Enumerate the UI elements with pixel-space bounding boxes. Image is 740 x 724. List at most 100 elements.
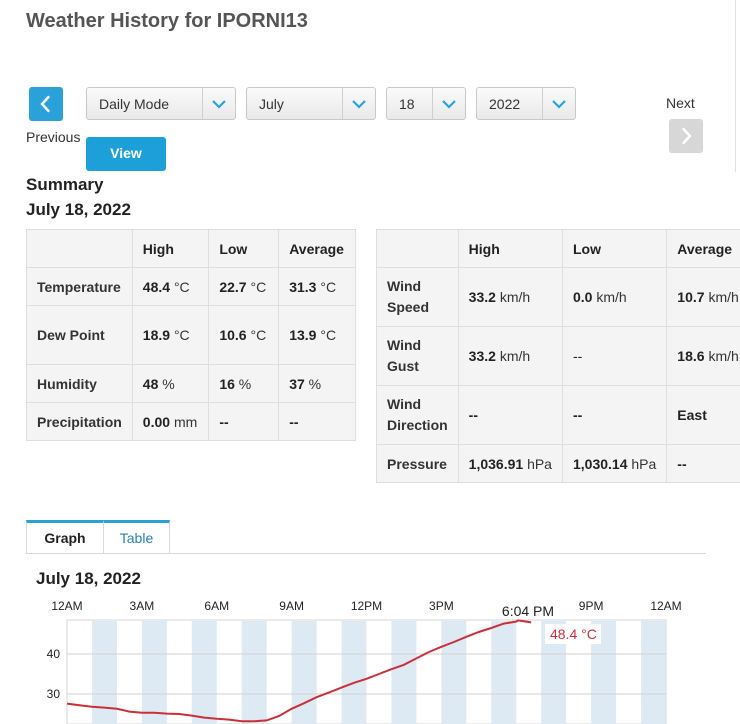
day-select-divider — [432, 88, 433, 119]
header-blank — [376, 229, 459, 268]
cell-low: -- — [208, 402, 280, 441]
x-tick-label: 12PM — [351, 599, 382, 613]
previous-label[interactable]: Previous — [26, 129, 80, 145]
cell-unit: hPa — [527, 455, 552, 472]
day-select[interactable]: 18 — [386, 87, 466, 120]
cell-value: 13.9 — [289, 327, 317, 343]
cell-high: 1,036.91 hPa — [457, 444, 563, 483]
previous-button[interactable] — [29, 87, 63, 121]
cell-unit: % — [162, 375, 175, 392]
cell-value: 1,030.14 — [572, 455, 628, 472]
cell-unit: km/h — [596, 289, 627, 305]
hour-stripe — [191, 621, 217, 724]
cell-unit: % — [308, 375, 322, 392]
year-select-value: 2022 — [489, 96, 521, 112]
x-tick-label: 9AM — [279, 599, 304, 613]
cell-low: 10.6 °C — [208, 305, 280, 365]
page-right-border — [735, 0, 736, 172]
cell-high: 33.2 km/h — [457, 326, 563, 386]
mode-select-value: Daily Mode — [99, 96, 170, 112]
cell-value: 31.3 — [289, 278, 317, 295]
cell-high: 48 % — [131, 364, 210, 403]
tooltip-time: 6:04 PM — [502, 603, 554, 619]
chevron-down-icon — [442, 100, 456, 109]
row-label: Dew Point — [26, 305, 133, 365]
cell-value: 33.2 — [468, 289, 496, 305]
cell-value: 48 — [142, 375, 159, 392]
cell-value: 18.9 — [142, 327, 171, 343]
x-tick-label: 12AM — [51, 599, 82, 613]
hour-stripe — [641, 621, 666, 724]
chart-y-ticks: 40 30 — [47, 647, 61, 701]
header-high: High — [457, 229, 563, 268]
cell-average: 18.6 km/h — [666, 326, 740, 386]
row-label: Pressure — [376, 444, 459, 483]
table-row: Wind Direction -- -- East — [376, 385, 740, 445]
month-select-divider — [342, 88, 343, 119]
header-blank — [26, 229, 133, 268]
view-button[interactable]: View — [86, 137, 166, 171]
cell-unit: % — [238, 375, 252, 392]
cell-low: 22.7 °C — [208, 267, 280, 306]
cell-unit: °C — [320, 278, 337, 295]
summary-table-right: High Low Average Wind Speed 33.2 km/h 0.… — [376, 229, 740, 483]
cell-average: -- — [278, 402, 356, 441]
x-tick-label: 12AM — [650, 599, 681, 613]
cell-value: -- — [572, 407, 583, 423]
summary-date: July 18, 2022 — [26, 200, 131, 219]
cell-value: 22.7 — [219, 278, 247, 295]
chevron-down-icon — [552, 100, 566, 109]
header-high: High — [131, 229, 210, 268]
hour-stripe — [291, 621, 317, 724]
month-select[interactable]: July — [246, 87, 376, 120]
y-tick-label: 30 — [47, 687, 61, 701]
next-label[interactable]: Next — [666, 95, 695, 111]
cell-average: East — [666, 385, 740, 445]
chevron-right-icon — [682, 127, 692, 145]
cell-value: -- — [289, 413, 299, 430]
tab-graph[interactable]: Graph — [26, 520, 104, 554]
cell-value: 0.0 — [572, 289, 593, 305]
cell-unit: km/h — [708, 289, 739, 305]
next-button[interactable] — [669, 119, 703, 153]
x-tick-label: 3PM — [429, 599, 454, 613]
header-low: Low — [561, 229, 668, 268]
cell-value: -- — [572, 348, 583, 364]
cell-value: 1,036.91 — [468, 455, 524, 472]
temperature-chart[interactable]: 12AM3AM6AM9AM12PM3PM6PM9PM12AM 4030 6:04… — [0, 592, 740, 724]
chevron-left-icon — [40, 95, 50, 113]
cell-unit: °C — [250, 327, 267, 343]
table-row: Dew Point 18.9 °C 10.6 °C 13.9 °C — [26, 305, 356, 365]
tab-divider — [26, 553, 706, 554]
hour-stripe — [141, 621, 167, 724]
cell-unit: km/h — [499, 289, 531, 305]
day-select-value: 18 — [399, 96, 415, 112]
year-select[interactable]: 2022 — [476, 87, 576, 120]
tab-table[interactable]: Table — [103, 520, 170, 554]
cell-unit: hPa — [631, 455, 657, 472]
graph-date: July 18, 2022 — [36, 569, 141, 588]
hour-stripe — [341, 621, 367, 724]
cell-value: 18.6 — [677, 348, 705, 364]
table-row: Temperature 48.4 °C 22.7 °C 31.3 °C — [26, 267, 356, 306]
cell-average: 13.9 °C — [278, 305, 356, 365]
cell-value: 0.00 — [142, 413, 171, 430]
year-select-divider — [542, 88, 543, 119]
chevron-down-icon — [352, 100, 366, 109]
mode-select[interactable]: Daily Mode — [86, 87, 236, 120]
cell-high: -- — [457, 385, 563, 445]
hour-stripe — [241, 621, 267, 724]
cell-value: -- — [468, 407, 478, 423]
cell-low: 1,030.14 hPa — [561, 444, 668, 483]
hour-stripe — [391, 621, 417, 724]
cell-value: 33.2 — [468, 348, 496, 364]
cell-value: East — [677, 407, 707, 423]
row-label: Precipitation — [26, 402, 133, 441]
cell-low: 0.0 km/h — [561, 267, 668, 327]
table-row: Precipitation 0.00 mm -- -- — [26, 402, 356, 441]
x-tick-label: 3AM — [130, 599, 155, 613]
cell-low: -- — [561, 385, 668, 445]
header-average: Average — [666, 229, 740, 268]
cell-average: 31.3 °C — [278, 267, 356, 306]
mode-select-divider — [202, 88, 203, 119]
